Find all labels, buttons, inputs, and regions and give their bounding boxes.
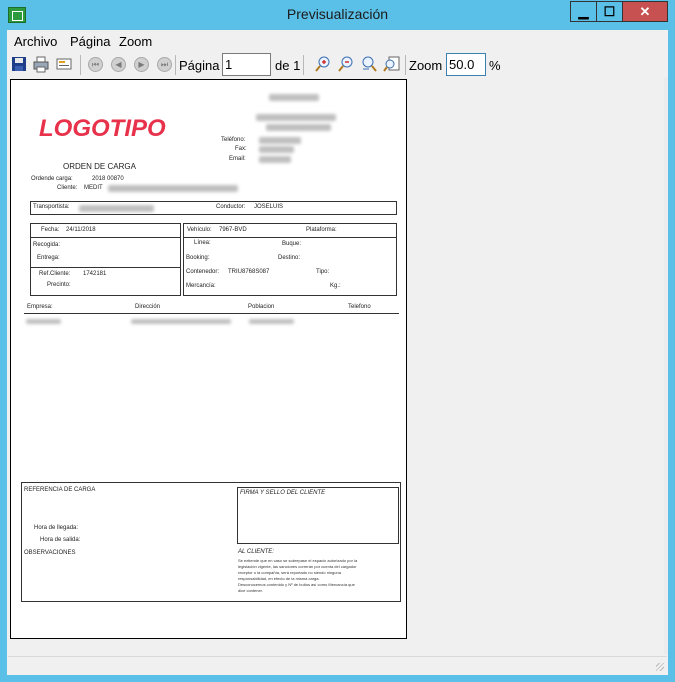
buque-label: Buque: — [282, 241, 302, 247]
menu-archivo[interactable]: Archivo — [14, 34, 57, 49]
vehiculo-label: Vehículo: — [187, 227, 212, 233]
orden-label: Ordende carga: — [31, 176, 73, 182]
col-poblacion: Poblacion — [248, 304, 275, 310]
zoom-width-icon[interactable] — [360, 55, 378, 73]
prev-page-icon[interactable]: ◀ — [111, 57, 126, 72]
col-direccion: Dirección — [135, 304, 161, 310]
conductor-label: Conductor: — [216, 204, 246, 210]
resize-grip-icon[interactable] — [656, 663, 664, 671]
booking-label: Booking: — [186, 255, 210, 261]
zoom-out-icon[interactable] — [337, 55, 355, 73]
conductor-value: JOSELUIS — [254, 204, 284, 210]
zoom-in-icon[interactable] — [314, 55, 332, 73]
cliente-value: MEDIT — [84, 185, 103, 191]
maximize-button[interactable]: ☐ — [596, 1, 623, 22]
vehiculo-value: 7967-BVD — [219, 227, 247, 233]
col-empresa: Empresa: — [27, 304, 53, 310]
next-page-icon[interactable]: ▶ — [134, 57, 149, 72]
transportista-label: Transportista: — [33, 204, 70, 210]
title-bar[interactable]: Previsualización ▁ ☐ ✕ — [0, 0, 675, 30]
minimize-button[interactable]: ▁ — [570, 1, 597, 22]
recogida-label: Recogida: — [33, 242, 61, 248]
hora-salida-label: Hora de salida: — [40, 537, 81, 543]
document-page: LOGOTIPO Teléfono: Fax: Email: ORDEN DE … — [10, 79, 407, 639]
contenedor-label: Contenedor: — [186, 269, 220, 275]
hora-llegada-label: Hora de llegada: — [34, 525, 79, 531]
firma-label: FIRMA Y SELLO DEL CLIENTE — [240, 490, 326, 496]
close-button[interactable]: ✕ — [622, 1, 668, 22]
document-title: ORDEN DE CARGA — [63, 162, 136, 171]
menu-pagina[interactable]: Página — [70, 34, 110, 49]
zoom-label: Zoom — [409, 58, 443, 73]
entrega-label: Entrega: — [37, 255, 60, 261]
referencia-box: REFERENCIA DE CARGA Hora de llegada: Hor… — [21, 482, 401, 602]
preview-window: Previsualización ▁ ☐ ✕ Archivo Página Zo… — [0, 0, 675, 682]
mercancia-label: Mercancía: — [186, 283, 216, 289]
observaciones-label: OBSERVACIONES — [24, 550, 76, 556]
transportista-box: Transportista: Conductor: JOSELUIS — [30, 201, 397, 215]
fax-label: Fax: — [235, 146, 247, 152]
kg-label: Kg.: — [330, 283, 341, 289]
first-page-icon[interactable]: ⏮ — [88, 57, 103, 72]
page-of-label: de 1 — [275, 58, 301, 73]
fecha-label: Fecha: — [41, 227, 60, 233]
vertical-scrollbar[interactable] — [664, 77, 668, 655]
telefono-label: Teléfono: — [221, 137, 246, 143]
tipo-label: Tipo: — [316, 269, 330, 275]
referencia-label: REFERENCIA DE CARGA — [24, 487, 96, 493]
fecha-value: 24/11/2018 — [66, 227, 96, 233]
contenedor-value: TRIU8768S087 — [228, 269, 270, 275]
save-icon[interactable] — [10, 55, 28, 73]
page-label: Página — [179, 58, 220, 73]
toolbar: ⏮ ◀ ▶ ⏭ Página de 1 Zoom — [7, 52, 668, 78]
status-bar — [8, 656, 667, 674]
orden-value: 2018 00870 — [92, 176, 124, 182]
load-details-box: Fecha: 24/11/2018 Recogida: Entrega: Ref… — [30, 223, 181, 296]
zoom-input[interactable] — [446, 53, 486, 76]
plataforma-label: Plataforma: — [306, 227, 337, 233]
al-cliente-label: AL CLIENTE: — [238, 549, 274, 555]
destino-label: Destino: — [278, 255, 301, 261]
zoom-page-icon[interactable] — [383, 55, 401, 73]
col-telefono: Telefono — [348, 304, 371, 310]
firma-box: FIRMA Y SELLO DEL CLIENTE — [237, 487, 399, 544]
last-page-icon[interactable]: ⏭ — [157, 57, 172, 72]
refcliente-value: 1742181 — [83, 271, 107, 277]
vehicle-box: Vehículo: 7967-BVD Plataforma: Línea: Bu… — [183, 223, 397, 296]
precinto-label: Precinto: — [47, 282, 71, 288]
print-icon[interactable] — [32, 55, 50, 73]
email-label: Email: — [229, 156, 246, 162]
refcliente-label: Ref.Cliente: — [39, 271, 71, 277]
logo-text: LOGOTIPO — [39, 115, 166, 142]
cliente-label: Cliente: — [57, 185, 78, 191]
linea-label: Línea: — [194, 240, 211, 246]
menu-zoom[interactable]: Zoom — [119, 34, 152, 49]
page-input[interactable] — [222, 53, 271, 76]
legal-line-6: dice contener. — [238, 588, 263, 593]
zoom-unit: % — [489, 58, 501, 73]
export-icon[interactable] — [55, 55, 73, 73]
